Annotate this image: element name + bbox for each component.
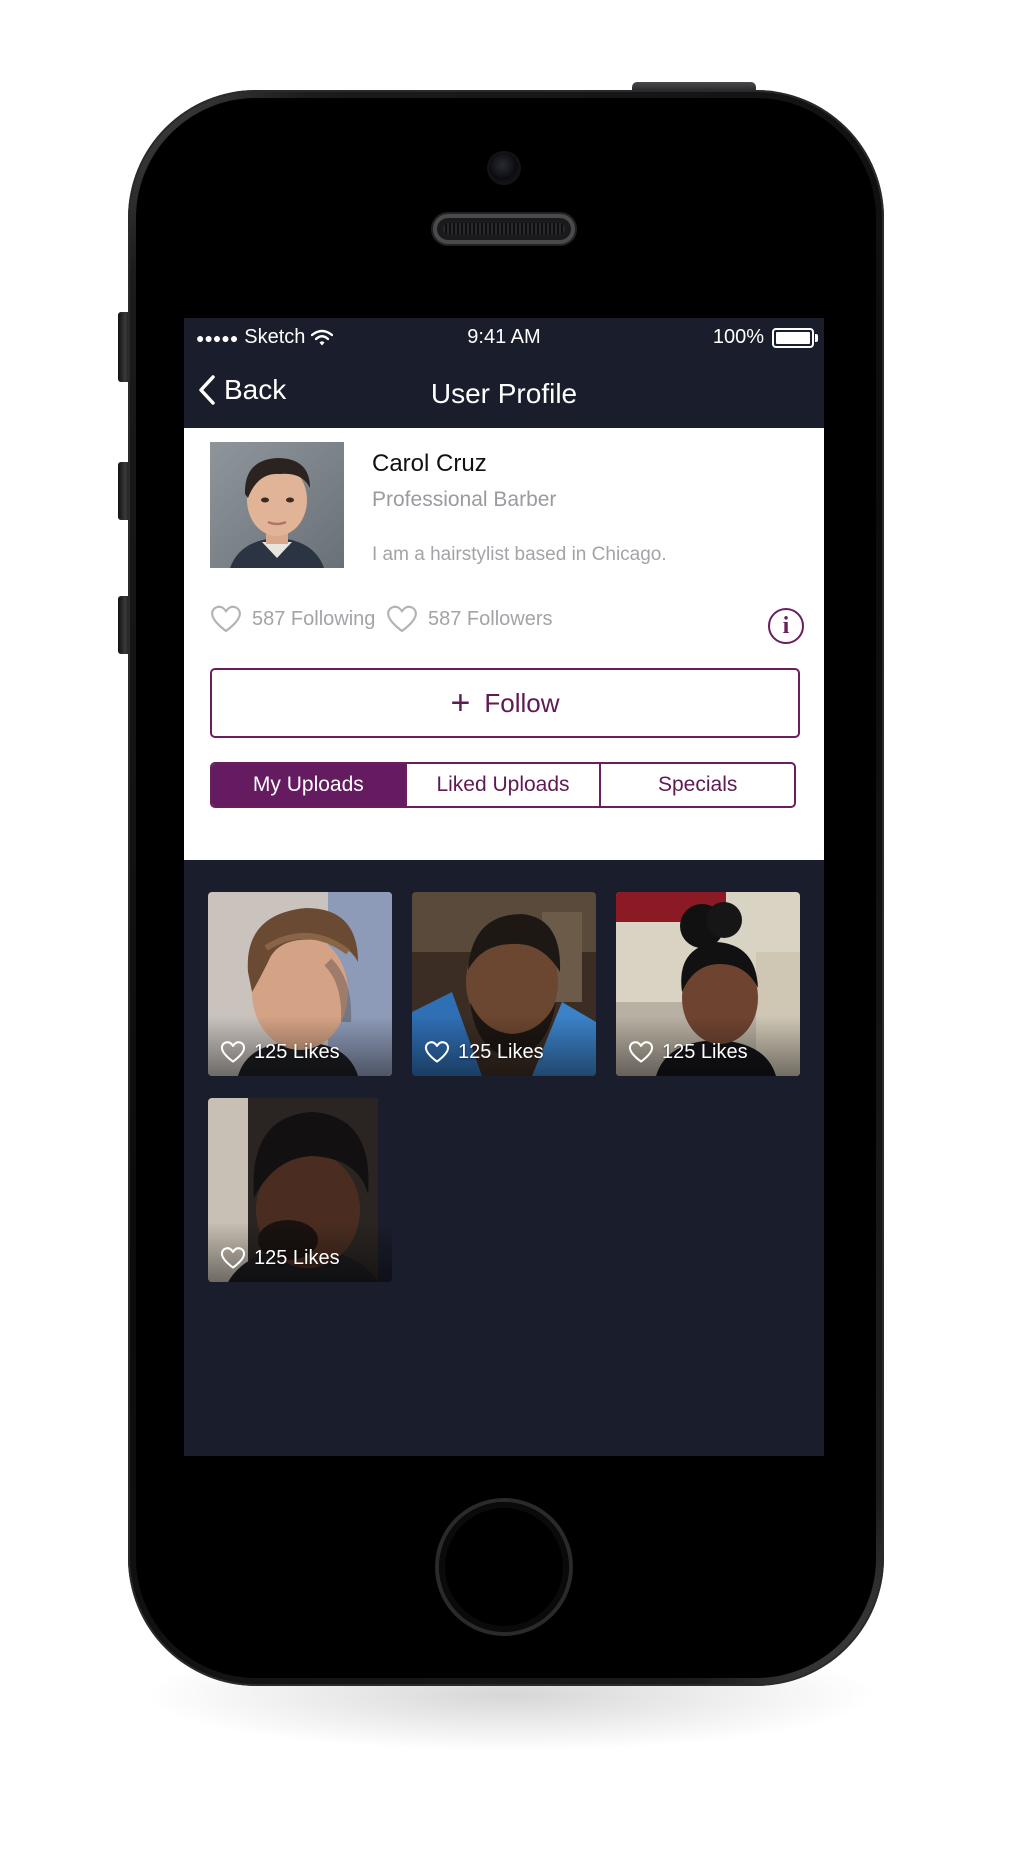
likes-count: 125 Likes [254,1040,340,1063]
heart-outline-icon [387,605,417,633]
profile-name: Carol Cruz [372,450,487,477]
follow-label: Follow [484,687,560,718]
earpiece-speaker [433,214,575,244]
uploads-segmented-control: My Uploads Liked Uploads Specials [210,762,796,808]
likes-count: 125 Likes [662,1040,748,1063]
tab-specials[interactable]: Specials [599,764,794,806]
battery-percent: 100% [712,326,764,348]
upload-tile[interactable]: 125 Likes [208,892,392,1076]
heart-outline-icon [220,1247,246,1269]
navigation-bar: Back User Profile [184,362,824,428]
info-icon: i [782,613,790,639]
followers-count: 587 Followers [428,607,553,630]
upload-tile[interactable]: 125 Likes [616,892,800,1076]
plus-icon: + [450,684,471,722]
status-bar: ●●●●● Sketch 9:41 AM 100% [184,318,824,362]
following-count: 587 Following [252,607,376,630]
avatar[interactable] [210,442,344,568]
battery-icon [772,327,818,348]
tab-liked-uploads[interactable]: Liked Uploads [404,764,600,806]
likes-label[interactable]: 125 Likes [424,1040,544,1064]
followers-stat[interactable]: 587 Followers [386,604,553,634]
info-button[interactable]: i [768,608,804,644]
likes-label[interactable]: 125 Likes [220,1246,340,1270]
follow-button[interactable]: + Follow [210,668,800,738]
upload-tile[interactable]: 125 Likes [208,1098,392,1282]
upload-tile[interactable]: 125 Likes [412,892,596,1076]
profile-bio: I am a hairstylist based in Chicago. [372,544,667,565]
stats-row: 587 Following 587 Followers i [210,604,804,648]
following-stat[interactable]: 587 Following [210,604,375,634]
likes-count: 125 Likes [458,1040,544,1063]
page-title: User Profile [430,378,578,409]
profile-title: Professional Barber [372,488,557,511]
avatar-photo [210,442,344,568]
likes-label[interactable]: 125 Likes [628,1040,748,1064]
likes-label[interactable]: 125 Likes [220,1040,340,1064]
front-camera [489,153,519,183]
status-right: 100% [712,326,818,349]
likes-count: 125 Likes [254,1246,340,1269]
home-button[interactable] [439,1502,569,1632]
heart-outline-icon [628,1041,654,1063]
app-screen: ●●●●● Sketch 9:41 AM 100% Back User Prof… [184,318,824,1456]
profile-card: Carol Cruz Professional Barber I am a ha… [184,428,824,860]
heart-outline-icon [220,1041,246,1063]
heart-outline-icon [211,605,241,633]
heart-outline-icon [424,1041,450,1063]
tab-my-uploads[interactable]: My Uploads [212,764,405,806]
